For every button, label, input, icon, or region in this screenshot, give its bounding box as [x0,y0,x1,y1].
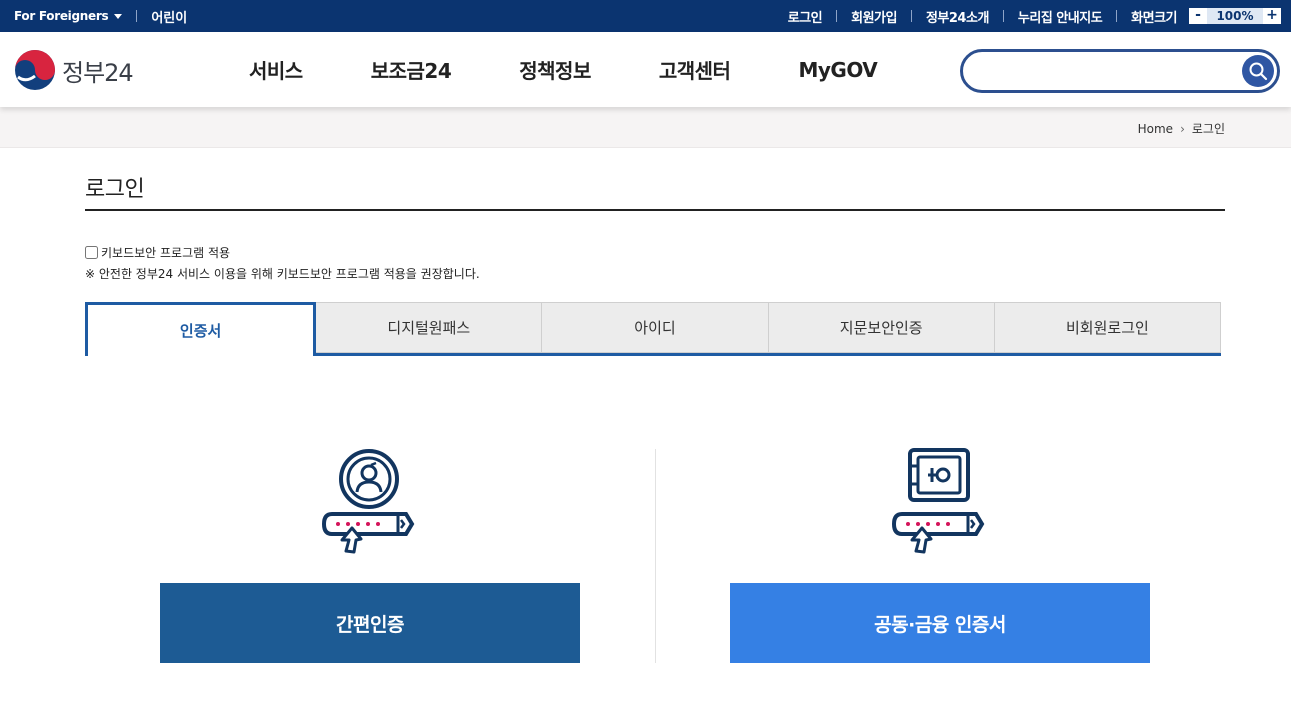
tab-digital-onepass[interactable]: 디지털원패스 [316,302,543,353]
kids-link[interactable]: 어린이 [151,7,187,26]
utility-divider [836,10,838,22]
zoom-value: 100% [1207,8,1263,24]
main-header: 정부24 서비스 보조금24 정책정보 고객센터 MyGOV [0,32,1291,107]
login-link[interactable]: 로그인 [788,7,823,26]
tab-non-member[interactable]: 비회원로그인 [994,302,1222,353]
signup-link[interactable]: 회원가입 [851,7,897,26]
title-divider [85,209,1225,211]
about-link[interactable]: 정부24소개 [926,7,989,26]
tab-id[interactable]: 아이디 [542,302,769,353]
search-box [960,49,1280,93]
nav-mygov[interactable]: MyGOV [798,58,877,82]
login-method-tabs: 인증서 디지털원패스 아이디 지문보안인증 비회원로그인 [85,302,1222,356]
breadcrumb-current: 로그인 [1191,122,1225,136]
for-foreigners-menu[interactable]: For Foreigners [14,9,123,23]
breadcrumb: Home › 로그인 [1138,120,1225,137]
page-title: 로그인 [85,177,145,202]
keyboard-security-note: ※ 안전한 정부24 서비스 이용을 위해 키보드보안 프로그램 적용을 권장합… [85,267,480,281]
password-field-icon [321,512,415,536]
keyboard-security-option[interactable]: 키보드보안 프로그램 적용 [85,244,230,261]
tab-fingerprint[interactable]: 지문보안인증 [768,302,995,353]
keyboard-security-checkbox[interactable] [85,246,98,259]
sitemap-link[interactable]: 누리집 안내지도 [1018,7,1103,26]
user-circle-icon [339,449,399,509]
taegeuk-logo-icon [15,50,55,90]
zoom-out-button[interactable]: - [1189,8,1207,24]
utility-divider [910,10,912,22]
logo-text: 정부24 [62,58,134,87]
utility-divider [1002,10,1004,22]
site-logo[interactable]: 정부24 [14,49,134,91]
cursor-arrow-icon [340,526,363,554]
utility-right: 로그인 회원가입 정부24소개 누리집 안내지도 화면크기 - 100% + [788,0,1281,32]
joint-financial-certificate-button[interactable]: 공동·금융 인증서 [730,583,1150,663]
chevron-right-icon: › [1180,121,1185,136]
simple-auth-button[interactable]: 간편인증 [160,583,580,663]
password-field-icon [891,512,985,536]
search-button[interactable] [1242,55,1274,87]
safe-icon [908,448,970,502]
nav-services[interactable]: 서비스 [249,55,303,84]
nav-customer-center[interactable]: 고객센터 [659,55,731,84]
utility-left: For Foreigners 어린이 [14,0,187,32]
cursor-arrow-icon [910,526,933,554]
auth-options-divider [655,449,656,663]
caret-down-icon [114,13,123,19]
search-icon [1249,62,1268,81]
utility-bar: For Foreigners 어린이 로그인 회원가입 정부24소개 누리집 안… [0,0,1291,32]
utility-divider [136,10,138,22]
zoom-control: - 100% + [1189,8,1281,24]
main-nav: 서비스 보조금24 정책정보 고객센터 MyGOV [215,32,911,107]
nav-policy[interactable]: 정책정보 [519,55,591,84]
nav-subsidy24[interactable]: 보조금24 [371,55,452,84]
zoom-in-button[interactable]: + [1263,8,1281,24]
tab-certificate[interactable]: 인증서 [85,302,317,356]
breadcrumb-home[interactable]: Home [1138,122,1173,136]
for-foreigners-label: For Foreigners [14,9,109,23]
breadcrumb-band: Home › 로그인 [0,107,1291,148]
utility-divider [1116,10,1118,22]
keyboard-security-label: 키보드보안 프로그램 적용 [101,246,231,260]
zoom-label: 화면크기 [1131,10,1177,26]
user-login-illustration [321,449,415,554]
search-input[interactable] [977,58,1237,84]
certificate-login-illustration [891,448,985,554]
